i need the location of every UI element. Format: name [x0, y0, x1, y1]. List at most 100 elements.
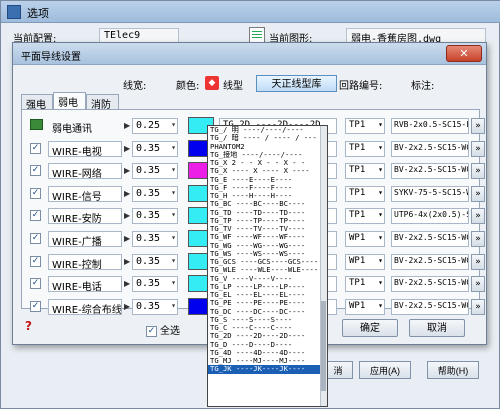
width-select[interactable]: 0.35 [132, 231, 178, 247]
tab-strong-current[interactable]: 强电 [21, 94, 53, 111]
width-select[interactable]: 0.35 [132, 253, 178, 270]
linetype-option[interactable]: TG_V ----V----V---- [208, 275, 327, 283]
label-input[interactable]: UTP6-4x(2x0.5)-SC [391, 208, 469, 225]
row-checkbox[interactable]: ✓ [30, 142, 41, 154]
more-button[interactable]: » [471, 140, 485, 157]
linetype-option[interactable]: TG_E ----E----E---- [208, 176, 327, 184]
close-button[interactable]: ✕ [446, 45, 482, 62]
row-checkbox[interactable]: ✓ [30, 187, 41, 199]
select-all-check-box[interactable]: ✓ [146, 325, 157, 337]
help-icon[interactable]: ? [25, 319, 32, 333]
linetype-option[interactable]: TG_2D ----2D----2D---- [208, 332, 327, 340]
more-button[interactable]: » [471, 118, 485, 134]
linetype-option[interactable]: TG_/ 暗 ---- / ---- / --- [208, 134, 327, 142]
dropdown-scrollbar[interactable] [320, 126, 327, 406]
wire-name[interactable]: WIRE-信号 [48, 185, 122, 202]
wire-name[interactable]: WIRE-网络 [48, 163, 122, 180]
loop-number-select[interactable]: WP1 [345, 298, 385, 315]
outer-apply-button[interactable]: 应用(A) [359, 361, 411, 379]
outer-help-button[interactable]: 帮助(H) [427, 361, 479, 379]
linetype-option[interactable]: TG_WG ----WG----WG---- [208, 242, 327, 250]
linetype-option[interactable]: TG_X 2 - - X - - X - - [208, 159, 327, 167]
wire-name[interactable]: WIRE-控制 [48, 253, 122, 270]
linetype-library-button[interactable]: 天正线型库 [256, 75, 337, 92]
close-icon: ✕ [459, 47, 469, 60]
loop-number-select[interactable]: TP1 [345, 163, 385, 180]
dropdown-scroll-thumb[interactable] [321, 301, 326, 391]
wire-name[interactable]: 弱电通讯 [48, 118, 122, 134]
loop-number-select[interactable]: TP1 [345, 118, 385, 134]
linetype-option[interactable]: TG_S ----S----S---- [208, 316, 327, 324]
linetype-option[interactable]: TG_MJ ----MJ----MJ---- [208, 357, 327, 365]
more-button[interactable]: » [471, 185, 485, 202]
loop-number-select[interactable]: WP1 [345, 253, 385, 270]
linetype-option[interactable]: TG_BC ----BC----BC---- [208, 200, 327, 208]
row-checkbox[interactable]: ✓ [30, 233, 41, 244]
width-select[interactable]: 0.25 [132, 118, 178, 134]
loop-number-header: 回路编号: [339, 81, 383, 92]
row-checkbox[interactable]: ✓ [30, 210, 41, 222]
linetype-option[interactable]: TG_PE ----PE----PE---- [208, 299, 327, 307]
linetype-option[interactable]: TG_WLE ----WLE----WLE---- [208, 266, 327, 274]
row-checkbox[interactable]: ✓ [30, 278, 41, 290]
loop-number-select[interactable]: WP1 [345, 231, 385, 247]
width-select[interactable]: 0.35 [132, 276, 178, 293]
label-input[interactable]: BV-2x2.5-SC15-WC [391, 276, 469, 293]
wire-name[interactable]: WIRE-综合布线 [48, 298, 122, 315]
cancel-button[interactable]: 取消 [409, 319, 465, 337]
linetype-option[interactable]: TG_H ----H----H---- [208, 192, 327, 200]
row-checkbox[interactable]: ✓ [30, 300, 41, 312]
more-button[interactable]: » [471, 276, 485, 293]
wire-name[interactable]: WIRE-电视 [48, 140, 122, 157]
linetype-option[interactable]: TG_GCS ----GCS----GCS---- [208, 258, 327, 266]
row-checkbox[interactable]: ✓ [30, 165, 41, 177]
linetype-option[interactable]: TG_DC ----DC----DC---- [208, 308, 327, 316]
wire-name[interactable]: WIRE-电话 [48, 276, 122, 293]
linetype-option[interactable]: TG_TD ----TD----TD---- [208, 209, 327, 217]
linetype-dropdown-list[interactable]: TG_/ 明 ----/----/---- TG_/ 暗 ---- / ---- … [207, 125, 328, 407]
label-input[interactable]: BV-2x2.5-SC15-WC [391, 231, 469, 247]
more-button[interactable]: » [471, 208, 485, 225]
linetype-option[interactable]: TG_WS ----WS----WS---- [208, 250, 327, 258]
linetype-option[interactable]: TG_X ---- X ---- X ---- [208, 167, 327, 175]
ok-button[interactable]: 确定 [342, 319, 398, 337]
tab-fire-protection[interactable]: 消防 [86, 94, 119, 111]
label-input[interactable]: BV-2x2.5-SC15-WC [391, 298, 469, 315]
more-button[interactable]: » [471, 231, 485, 247]
loop-number-select[interactable]: TP1 [345, 208, 385, 225]
label-input[interactable]: SYKV-75-5-SC15-WC [391, 185, 469, 202]
label-input[interactable]: BV-2x2.5-SC15-WC [391, 140, 469, 157]
linetype-option[interactable]: TG_C ----C----C---- [208, 324, 327, 332]
select-all-checkbox[interactable]: ✓ 全选 [146, 322, 180, 337]
label-input[interactable]: RVB-2x0.5-SC15-FC [391, 118, 469, 134]
more-button[interactable]: » [471, 163, 485, 180]
width-select[interactable]: 0.35 [132, 140, 178, 157]
width-select[interactable]: 0.35 [132, 185, 178, 202]
linetype-option[interactable]: TG_/ 明 ----/----/---- [208, 126, 327, 134]
width-select[interactable]: 0.35 [132, 163, 178, 180]
width-select[interactable]: 0.35 [132, 298, 178, 315]
loop-number-select[interactable]: TP1 [345, 140, 385, 157]
linetype-option[interactable]: TG_4D ----4D----4D---- [208, 349, 327, 357]
linetype-option[interactable]: TG_D ----D----D---- [208, 341, 327, 349]
tab-weak-current[interactable]: 弱电 [53, 92, 86, 110]
loop-number-select[interactable]: TP1 [345, 276, 385, 293]
linetype-option[interactable]: TG_接地 ----/----/---- [208, 151, 327, 159]
linetype-option[interactable]: TG_LP ----LP----LP---- [208, 283, 327, 291]
linetype-option[interactable]: PHANTOM2 [208, 143, 327, 151]
linetype-option[interactable]: TG_F ----F----F---- [208, 184, 327, 192]
more-button[interactable]: » [471, 298, 485, 315]
linetype-option[interactable]: TG_JK ----JK----JK---- [208, 365, 327, 374]
label-input[interactable]: BV-2x2.5-SC15-WC [391, 163, 469, 180]
more-button[interactable]: » [471, 253, 485, 270]
wire-name[interactable]: WIRE-广播 [48, 231, 122, 247]
label-input[interactable]: BV-2x2.5-SC15-WC [391, 253, 469, 270]
linetype-option[interactable]: TG_TV ----TV----TV---- [208, 225, 327, 233]
loop-number-select[interactable]: TP1 [345, 185, 385, 202]
width-select[interactable]: 0.35 [132, 208, 178, 225]
row-checkbox[interactable]: ✓ [30, 255, 41, 267]
wire-name[interactable]: WIRE-安防 [48, 208, 122, 225]
linetype-option[interactable]: TG_EL ----EL----EL---- [208, 291, 327, 299]
linetype-option[interactable]: TG_WF ----WF----WF---- [208, 233, 327, 241]
linetype-option[interactable]: TG_TP ----TP----TP---- [208, 217, 327, 225]
